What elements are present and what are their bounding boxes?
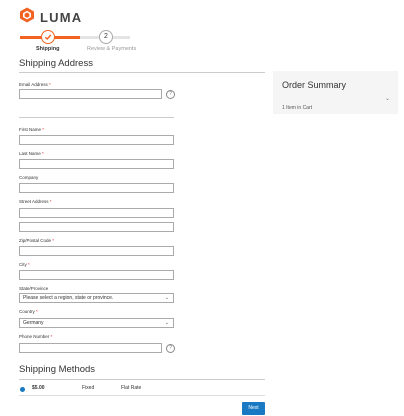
email-label: Email Address * bbox=[19, 82, 51, 87]
rate-divider bbox=[19, 395, 265, 396]
step-review-payments-label: Review & Payments bbox=[87, 46, 137, 52]
step-shipping-label: Shipping bbox=[36, 46, 60, 52]
country-select-value: Germany bbox=[23, 320, 44, 326]
city-label: City * bbox=[19, 262, 30, 267]
radio-selected-icon[interactable] bbox=[20, 387, 25, 392]
last-name-label: Last Name * bbox=[19, 151, 44, 156]
chevron-down-icon: ⌄ bbox=[164, 295, 169, 301]
chevron-down-icon: ⌄ bbox=[164, 320, 169, 326]
chevron-down-icon: ⌄ bbox=[384, 96, 390, 102]
zip-label-text: Zip/Postal Code bbox=[19, 238, 52, 243]
email-label-text: Email Address bbox=[19, 82, 48, 87]
order-summary-title: Order Summary bbox=[282, 80, 347, 90]
required-mark: * bbox=[28, 262, 30, 267]
email-field[interactable] bbox=[19, 89, 162, 99]
first-name-label-text: First Name bbox=[19, 127, 42, 132]
phone-help-icon[interactable]: ? bbox=[166, 344, 175, 353]
last-name-label-text: Last Name bbox=[19, 151, 41, 156]
checkmark-icon bbox=[44, 34, 52, 41]
required-mark: * bbox=[52, 238, 55, 243]
company-field[interactable] bbox=[19, 183, 174, 193]
required-mark: * bbox=[49, 82, 51, 87]
rate-carrier: Flat Rate bbox=[121, 385, 142, 391]
required-mark: * bbox=[42, 127, 45, 132]
order-summary-panel: Order Summary 1 Item in Cart ⌄ bbox=[273, 71, 398, 114]
street-line-1-field[interactable] bbox=[19, 208, 174, 218]
brand-name: LUMA bbox=[40, 10, 83, 25]
step-2-marker: 2 bbox=[99, 30, 113, 44]
country-select[interactable]: Germany ⌄ bbox=[19, 318, 174, 328]
shipping-methods-title: Shipping Methods bbox=[19, 364, 96, 375]
last-name-field[interactable] bbox=[19, 159, 174, 169]
region-select[interactable]: Please select a region, state or provinc… bbox=[19, 293, 174, 303]
phone-field[interactable] bbox=[19, 343, 162, 353]
zip-label: Zip/Postal Code * bbox=[19, 238, 54, 243]
email-help-icon[interactable]: ? bbox=[166, 90, 175, 99]
first-name-field[interactable] bbox=[19, 135, 174, 145]
required-mark: * bbox=[42, 151, 44, 156]
first-name-label: First Name * bbox=[19, 127, 44, 132]
required-mark: * bbox=[49, 199, 52, 204]
city-field[interactable] bbox=[19, 270, 174, 280]
region-select-value: Please select a region, state or provinc… bbox=[23, 295, 114, 301]
company-label: Company bbox=[19, 175, 38, 180]
region-label: State/Province bbox=[19, 286, 48, 291]
country-label-text: Country bbox=[19, 309, 35, 314]
luma-logo[interactable]: LUMA bbox=[19, 7, 82, 28]
required-mark: * bbox=[36, 309, 38, 314]
shipping-address-title: Shipping Address bbox=[19, 58, 93, 69]
region-label-text: State/Province bbox=[19, 286, 49, 291]
fieldset-divider bbox=[19, 117, 174, 118]
rate-method: Fixed bbox=[82, 385, 95, 391]
cart-items-toggle[interactable]: 1 Item in Cart ⌄ bbox=[282, 96, 390, 111]
step-complete-marker bbox=[41, 30, 55, 44]
city-label-text: City bbox=[19, 262, 27, 267]
phone-label: Phone Number * bbox=[19, 334, 52, 339]
country-label: Country * bbox=[19, 309, 38, 314]
section-divider bbox=[19, 379, 265, 380]
rate-price: $5.00 bbox=[32, 385, 45, 391]
company-label-text: Company bbox=[19, 175, 39, 180]
cart-items-count: 1 Item in Cart bbox=[282, 105, 313, 111]
shipping-rate-row[interactable]: $5.00 Fixed Flat Rate bbox=[19, 384, 265, 394]
zip-field[interactable] bbox=[19, 246, 174, 256]
required-mark: * bbox=[50, 334, 53, 339]
street-address-label: Street Address * bbox=[19, 199, 52, 204]
luma-logo-icon bbox=[19, 7, 35, 28]
phone-label-text: Phone Number bbox=[19, 334, 50, 339]
street-line-2-field[interactable] bbox=[19, 222, 174, 232]
street-address-label-text: Street Address bbox=[19, 199, 49, 204]
next-button[interactable]: Next bbox=[242, 402, 265, 415]
section-divider bbox=[19, 72, 265, 73]
